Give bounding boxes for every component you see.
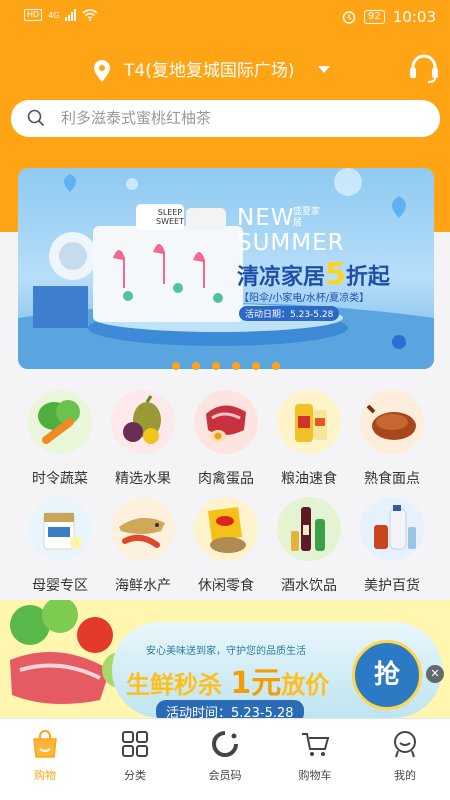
tab-label: 会员码 [208, 769, 242, 782]
cart-icon [300, 729, 330, 759]
category-item[interactable]: 酒水饮品 [268, 497, 350, 595]
category-label: 酒水饮品 [281, 578, 337, 594]
bottom-tab-bar: 购物 分类 会员码 购物车 我的 [0, 718, 450, 800]
deli-icon [360, 390, 424, 454]
category-label: 粮油速食 [281, 471, 337, 487]
category-item[interactable]: 时令蔬菜 [19, 390, 101, 488]
category-grid-icon [120, 729, 150, 759]
store-location-selector[interactable]: T4(复地复城国际广场) [0, 58, 450, 84]
category-item[interactable]: 肉禽蛋品 [185, 390, 267, 488]
carousel-dot[interactable] [272, 362, 280, 370]
snacks-icon [194, 497, 258, 561]
fruit-icon [111, 390, 175, 454]
banner-title-summer: SUMMER [237, 230, 345, 256]
category-label: 母婴专区 [32, 578, 88, 594]
close-icon[interactable]: ✕ [426, 665, 444, 683]
category-label: 美护百货 [364, 578, 420, 594]
grab-button[interactable]: 抢 [352, 640, 422, 710]
category-label: 熟食面点 [364, 471, 420, 487]
banner-badge: 盛夏家居 [293, 207, 321, 228]
promo-headline: 生鲜秒杀 1元放价 [126, 666, 330, 701]
carousel-dot[interactable] [252, 362, 260, 370]
banner-date: 活动日期：5.23-5.28 [239, 306, 340, 321]
grain-oil-icon [277, 390, 341, 454]
tab-label: 购物 [34, 769, 56, 782]
network-type: 4G [48, 10, 60, 20]
status-bar: HD 4G 92 10:03 [0, 0, 450, 36]
customer-service-icon[interactable] [408, 54, 440, 84]
category-item[interactable]: 精选水果 [102, 390, 184, 488]
carousel-dot[interactable] [172, 362, 180, 370]
carousel-dot[interactable] [192, 362, 200, 370]
seafood-icon [111, 497, 175, 561]
profile-icon [390, 729, 420, 759]
category-label: 时令蔬菜 [32, 471, 88, 487]
category-label: 休闲零食 [198, 578, 254, 594]
hd-badge: HD [24, 9, 43, 21]
alarm-icon [342, 11, 356, 24]
member-code-icon [210, 729, 240, 759]
pillow-text: SLEEP SWEET [156, 208, 184, 226]
beauty-care-icon [360, 497, 424, 561]
category-item[interactable]: 母婴专区 [19, 497, 101, 595]
category-label: 肉禽蛋品 [198, 471, 254, 487]
search-bar[interactable]: 利多滋泰式蜜桃红柚茶 [11, 100, 440, 137]
carousel-dot[interactable] [212, 362, 220, 370]
tab-2[interactable]: 会员码 [180, 719, 270, 800]
category-item[interactable]: 熟食面点 [351, 390, 433, 488]
search-icon [27, 109, 45, 127]
tab-0[interactable]: 购物 [0, 719, 90, 800]
drinks-icon [277, 497, 341, 561]
wifi-icon [82, 9, 98, 21]
search-placeholder: 利多滋泰式蜜桃红柚茶 [61, 109, 212, 127]
banner-title-new: NEW [237, 205, 295, 231]
baby-formula-icon [28, 497, 92, 561]
category-item[interactable]: 粮油速食 [268, 390, 350, 488]
shopping-bag-icon [30, 729, 60, 759]
category-item[interactable]: 美护百货 [351, 497, 433, 595]
promo-tagline: 安心美味送到家，守护您的品质生活 [146, 646, 306, 657]
battery-indicator: 92 [364, 10, 385, 24]
category-item[interactable]: 海鲜水产 [102, 497, 184, 595]
tab-1[interactable]: 分类 [90, 719, 180, 800]
tab-4[interactable]: 我的 [360, 719, 450, 800]
tab-label: 分类 [124, 769, 146, 782]
store-name: T4(复地复城国际广场) [124, 61, 295, 81]
category-label: 海鲜水产 [115, 578, 171, 594]
tab-label: 购物车 [298, 769, 332, 782]
vegetables-icon [28, 390, 92, 454]
meat-egg-icon [194, 390, 258, 454]
clock: 10:03 [392, 8, 436, 26]
tab-3[interactable]: 购物车 [270, 719, 360, 800]
carousel-dots[interactable] [172, 362, 280, 370]
banner-subtitle: 【阳伞/小家电/水杯/夏凉类】 [239, 293, 370, 304]
category-item[interactable]: 休闲零食 [185, 497, 267, 595]
chevron-down-icon [318, 66, 330, 73]
tab-label: 我的 [394, 769, 416, 782]
location-pin-icon [94, 60, 110, 82]
carousel-dot[interactable] [232, 362, 240, 370]
banner-title-cn: 清凉家居5折起 [237, 257, 390, 292]
category-label: 精选水果 [115, 471, 171, 487]
signal-icon [65, 9, 77, 21]
